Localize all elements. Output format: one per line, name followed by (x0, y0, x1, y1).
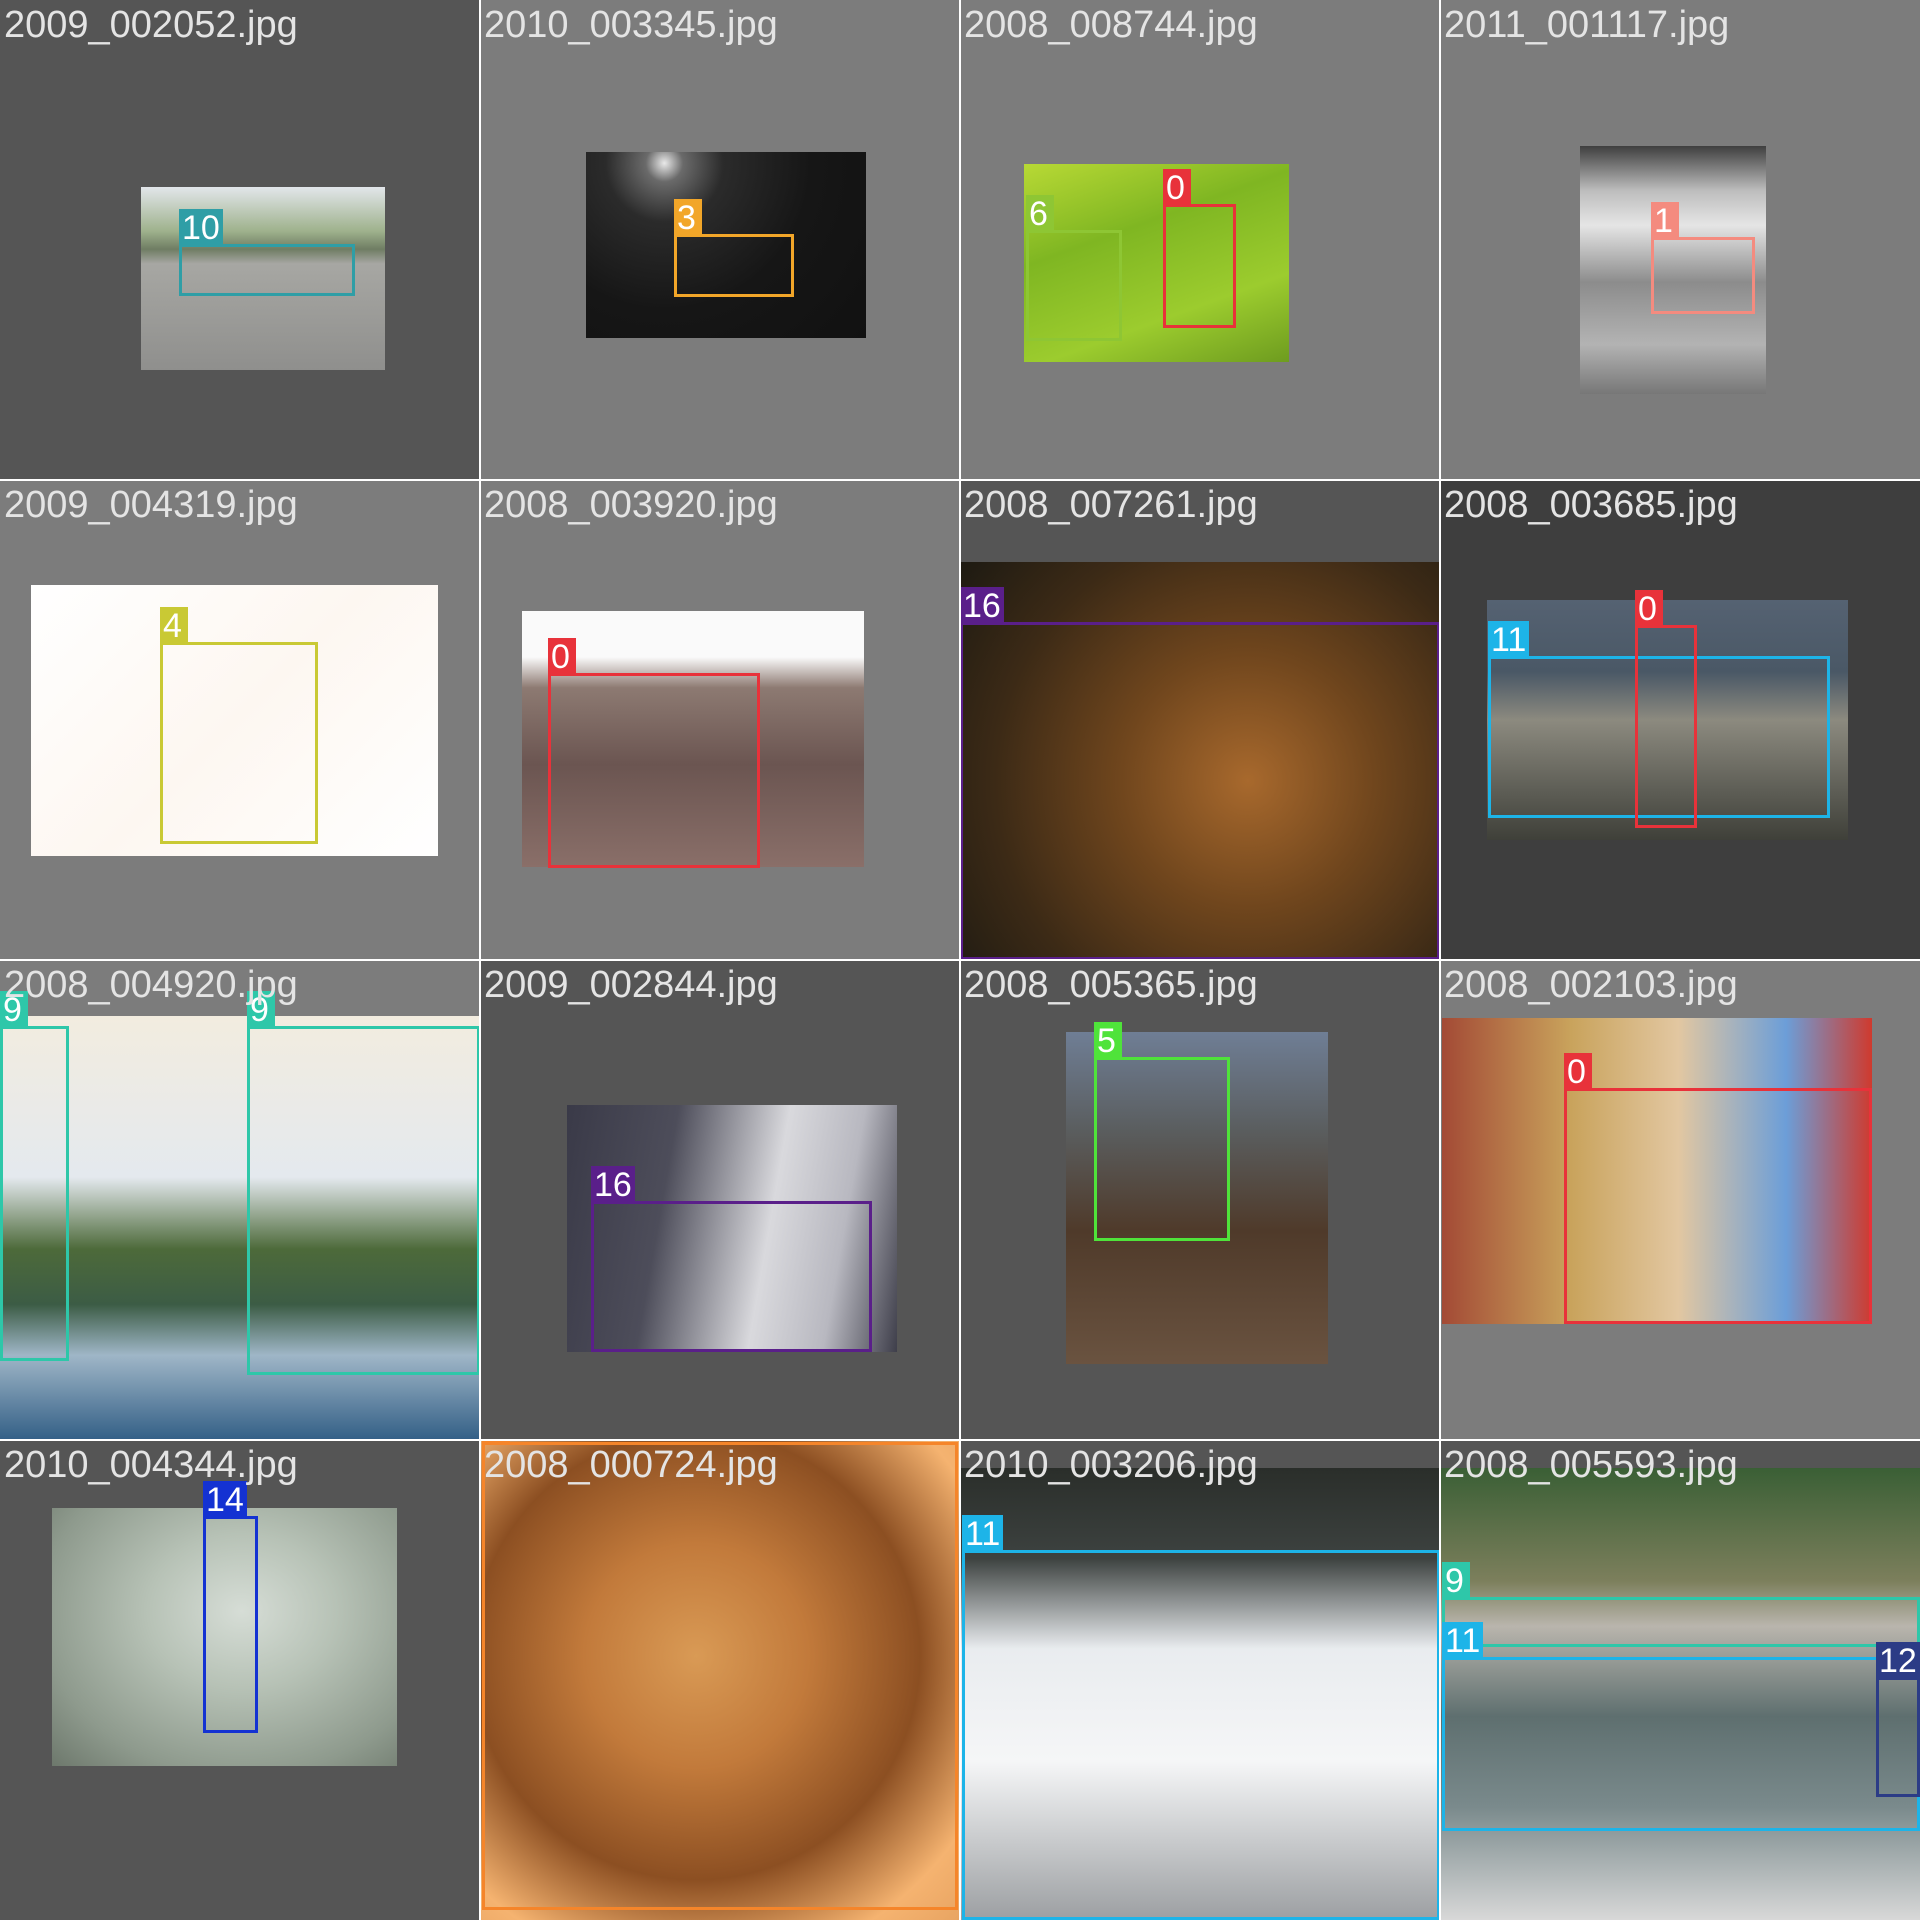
bbox-class-label: 11 (962, 1515, 1004, 1553)
bbox-class-label: 11 (1442, 1622, 1484, 1660)
tile-filename: 2010_003206.jpg (964, 1444, 1258, 1486)
tile-2008-008744: 6 0 2008_008744.jpg (960, 0, 1440, 480)
bbox-class-label: 0 (1564, 1053, 1592, 1091)
bbox: 3 (674, 199, 794, 297)
tile-2010-004344: 14 2010_004344.jpg (0, 1440, 480, 1920)
bbox: 4 (160, 607, 318, 844)
bbox: 1 (1651, 202, 1755, 314)
bbox: 16 (591, 1166, 872, 1352)
bbox: 0 (1635, 590, 1697, 828)
tile-filename: 2008_003920.jpg (484, 484, 778, 526)
bbox-class-label: 0 (1635, 590, 1663, 628)
tile-filename: 2008_000724.jpg (484, 1444, 778, 1486)
grid-divider (0, 479, 1920, 481)
bbox: 11 (1442, 1622, 1920, 1831)
bbox: 14 (203, 1481, 258, 1733)
mosaic-grid: 10 2009_002052.jpg 3 2010_003345.jpg 6 0… (0, 0, 1920, 1920)
tile-2008-000724: 2 2008_000724.jpg (480, 1440, 960, 1920)
bbox-class-label: 0 (548, 638, 576, 676)
bbox: 11 (962, 1515, 1440, 1920)
tile-2008-005365: 5 2008_005365.jpg (960, 960, 1440, 1440)
bbox-class-label: 16 (960, 587, 1004, 625)
bbox-class-label: 5 (1094, 1022, 1122, 1060)
tile-filename: 2008_005593.jpg (1444, 1444, 1738, 1486)
bbox-class-label: 3 (674, 199, 702, 237)
bbox-class-label: 14 (203, 1481, 247, 1519)
tile-filename: 2008_008744.jpg (964, 4, 1258, 46)
grid-divider (0, 1439, 1920, 1441)
bbox-class-label: 16 (591, 1166, 635, 1204)
tile-2008-003685: 11 0 2008_003685.jpg (1440, 480, 1920, 960)
bbox-class-label: 11 (1488, 621, 1530, 659)
tile-2010-003206: 11 2010_003206.jpg (960, 1440, 1440, 1920)
tile-filename: 2009_002844.jpg (484, 964, 778, 1006)
bbox: 12 (1876, 1642, 1920, 1797)
bbox: 5 (1094, 1022, 1230, 1241)
tile-filename: 2011_001117.jpg (1444, 4, 1730, 46)
tile-2009-002844: 16 2009_002844.jpg (480, 960, 960, 1440)
bbox-class-label: 6 (1026, 195, 1054, 233)
bbox: 10 (179, 209, 355, 296)
tile-filename: 2010_003345.jpg (484, 4, 778, 46)
bbox: 9 (0, 991, 69, 1361)
grid-divider (0, 959, 1920, 961)
tile-filename: 2008_003685.jpg (1444, 484, 1738, 526)
tile-2011-001117: 1 2011_001117.jpg (1440, 0, 1920, 480)
bbox-class-label: 4 (160, 607, 188, 645)
bbox: 0 (1564, 1053, 1872, 1324)
tile-2008-004920: 9 9 2008_004920.jpg (0, 960, 480, 1440)
tile-filename: 2010_004344.jpg (4, 1444, 298, 1486)
bbox: 6 (1026, 195, 1122, 341)
tile-2008-007261: 16 2008_007261.jpg (960, 480, 1440, 960)
bbox-class-label: 1 (1651, 202, 1679, 240)
tile-2009-004319: 4 2009_004319.jpg (0, 480, 480, 960)
tile-2010-003345: 3 2010_003345.jpg (480, 0, 960, 480)
tile-filename: 2008_005365.jpg (964, 964, 1258, 1006)
tile-filename: 2008_007261.jpg (964, 484, 1258, 526)
bbox-class-label: 10 (179, 209, 223, 247)
tile-2009-002052: 10 2009_002052.jpg (0, 0, 480, 480)
tile-filename: 2009_002052.jpg (4, 4, 298, 46)
tile-2008-005593: 9 11 12 2008_005593.jpg (1440, 1440, 1920, 1920)
tile-2008-003920: 0 2008_003920.jpg (480, 480, 960, 960)
bbox-class-label: 12 (1876, 1642, 1920, 1680)
tile-filename: 2008_004920.jpg (4, 964, 298, 1006)
bbox-class-label: 0 (1163, 169, 1191, 207)
bbox: 0 (548, 638, 760, 868)
tile-filename: 2009_004319.jpg (4, 484, 298, 526)
bbox-class-label: 9 (1442, 1562, 1470, 1600)
bbox: 9 (1442, 1562, 1920, 1647)
bbox: 16 (960, 587, 1440, 960)
bbox: 2 (482, 1440, 958, 1910)
bbox: 0 (1163, 169, 1236, 328)
tile-filename: 2008_002103.jpg (1444, 964, 1738, 1006)
tile-2008-002103: 0 2008_002103.jpg (1440, 960, 1920, 1440)
bbox: 9 (247, 991, 480, 1375)
